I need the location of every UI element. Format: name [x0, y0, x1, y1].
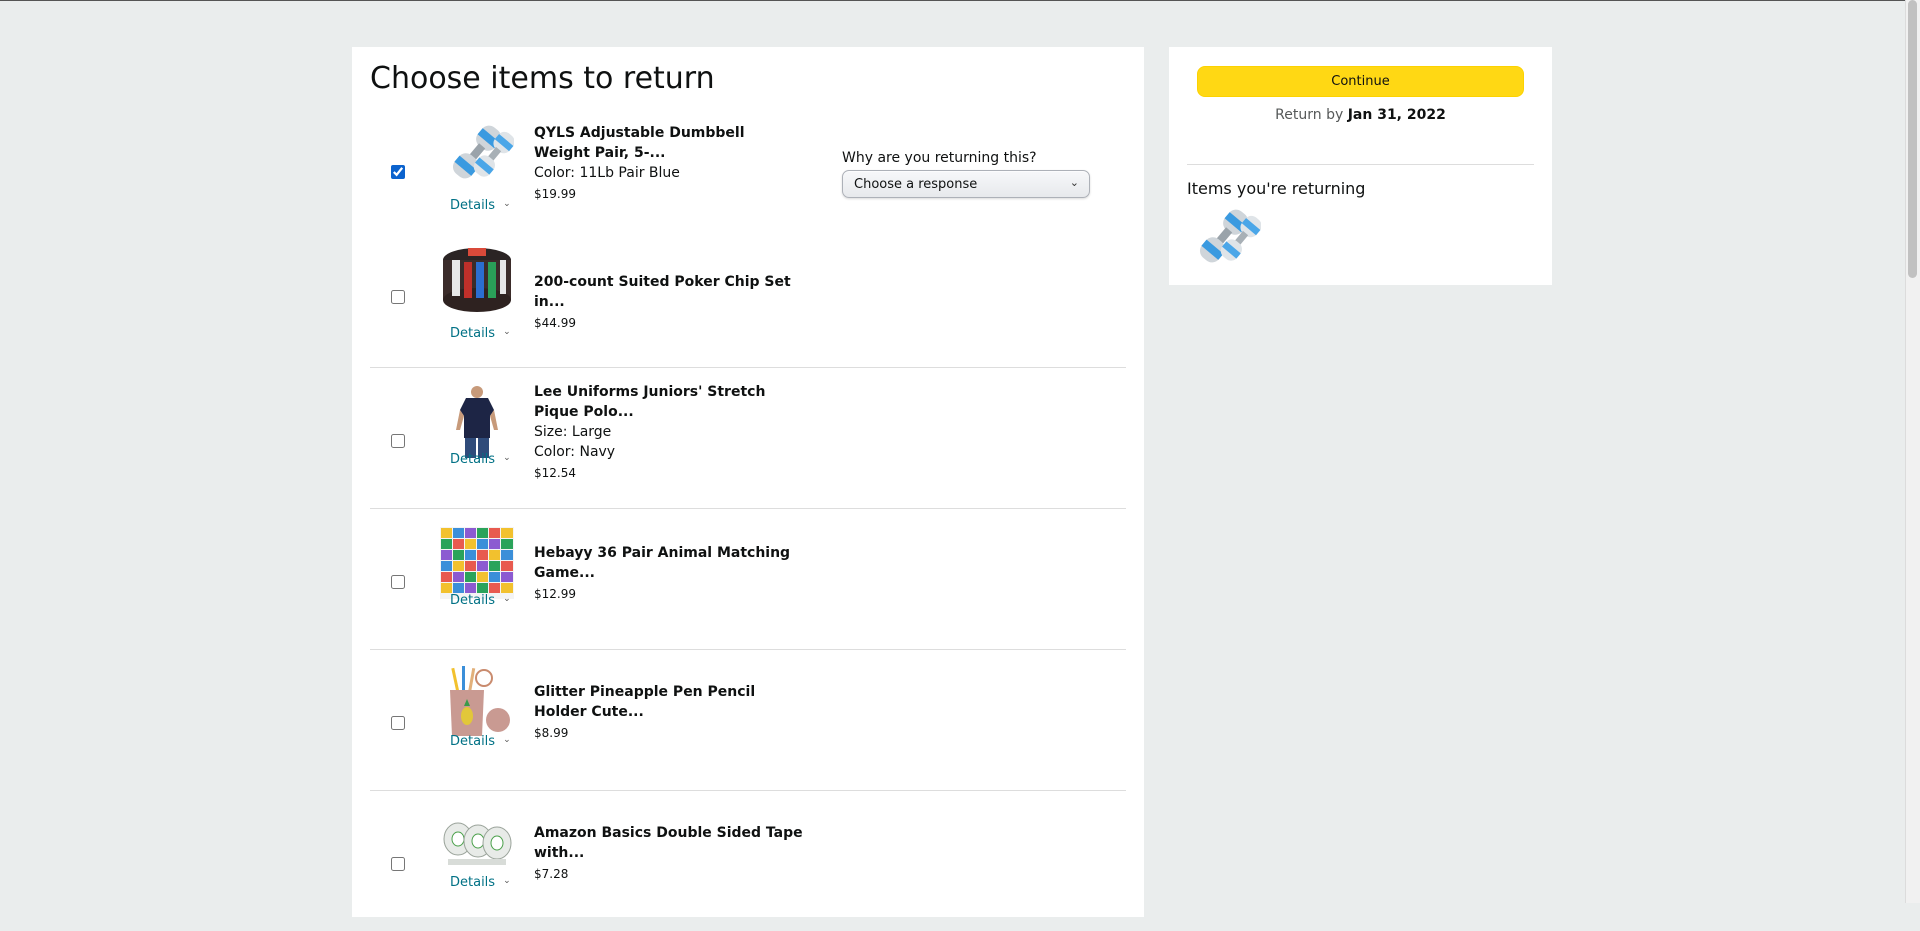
list-item: Details ⌄ QYLS Adjustable Dumbbell Weight…: [370, 116, 1126, 215]
chevron-down-icon: ⌄: [503, 327, 511, 337]
return-summary-panel: Continue Return by Jan 31, 2022 Items yo…: [1169, 47, 1552, 285]
list-item: Details ⌄ Amazon Basics Double Sided Tape…: [370, 790, 1126, 931]
item-attribute: Color: Navy: [534, 444, 616, 460]
scrollbar-thumb[interactable]: [1908, 0, 1917, 278]
matching-game-image: [440, 527, 514, 599]
item-checkbox[interactable]: [391, 165, 405, 179]
item-title[interactable]: Lee Uniforms Juniors' Stretch Pique Polo…: [534, 382, 804, 422]
details-label: Details: [450, 875, 496, 890]
chevron-down-icon: ⌄: [503, 735, 511, 745]
top-border: [0, 0, 1920, 1]
tape-image: [443, 822, 512, 865]
details-label: Details: [450, 734, 496, 749]
return-reason: Why are you returning this? Choose a res…: [842, 150, 1092, 198]
item-checkbox[interactable]: [391, 716, 405, 730]
page-title: Choose items to return: [370, 61, 715, 96]
chevron-down-icon: ⌄: [503, 453, 511, 463]
continue-button[interactable]: Continue: [1197, 66, 1524, 97]
item-info: Amazon Basics Double Sided Tape with... …: [534, 823, 804, 884]
chevron-down-icon: ⌄: [503, 199, 511, 209]
item-title[interactable]: Hebayy 36 Pair Animal Matching Game...: [534, 543, 804, 583]
reason-select[interactable]: Choose a response ⌄: [842, 170, 1090, 198]
item-price: $7.28: [534, 867, 569, 881]
list-item: Details ⌄ Glitter Pineapple Pen Pencil Ho…: [370, 649, 1126, 790]
reason-label: Why are you returning this?: [842, 150, 1037, 166]
chevron-down-icon: ⌄: [1069, 176, 1079, 189]
item-checkbox[interactable]: [391, 575, 405, 589]
item-price: $19.99: [534, 187, 576, 201]
list-item: Details ⌄ 200-count Suited Poker Chip Set…: [370, 244, 1126, 363]
poker-chip-image: [443, 248, 511, 312]
item-info: Lee Uniforms Juniors' Stretch Pique Polo…: [534, 382, 804, 483]
items-panel: Choose items to return Details ⌄ QYLS Ad…: [352, 47, 1144, 917]
item-attribute: Color: 11Lb Pair Blue: [534, 165, 680, 181]
item-price: $8.99: [534, 726, 569, 740]
item-attribute: Size: Large: [534, 424, 612, 440]
return-by-date: Jan 31, 2022: [1347, 107, 1446, 123]
item-title[interactable]: Glitter Pineapple Pen Pencil Holder Cute…: [534, 682, 804, 722]
dumbbell-image: [452, 125, 514, 179]
details-toggle[interactable]: Details ⌄: [450, 452, 511, 467]
return-by-text: Return by Jan 31, 2022: [1169, 107, 1552, 123]
item-title[interactable]: QYLS Adjustable Dumbbell Weight Pair, 5-…: [534, 123, 804, 163]
details-toggle[interactable]: Details ⌄: [450, 326, 511, 341]
chevron-down-icon: ⌄: [503, 876, 511, 886]
polo-shirt-image: [456, 386, 498, 458]
returning-item-thumbnail: [1199, 209, 1261, 263]
item-info: QYLS Adjustable Dumbbell Weight Pair, 5-…: [534, 123, 804, 204]
divider: [1187, 164, 1534, 165]
item-info: Glitter Pineapple Pen Pencil Holder Cute…: [534, 682, 804, 743]
item-price: $12.54: [534, 466, 576, 480]
details-toggle[interactable]: Details ⌄: [450, 875, 511, 890]
item-checkbox[interactable]: [391, 857, 405, 871]
pencil-holder-image: [450, 666, 510, 736]
details-label: Details: [450, 326, 496, 341]
item-title[interactable]: Amazon Basics Double Sided Tape with...: [534, 823, 804, 863]
details-label: Details: [450, 198, 496, 213]
item-price: $12.99: [534, 587, 576, 601]
return-by-prefix: Return by: [1275, 107, 1344, 123]
chevron-down-icon: ⌄: [503, 594, 511, 604]
details-toggle[interactable]: Details ⌄: [450, 593, 511, 608]
list-item: Details ⌄ Lee Uniforms Juniors' Stretch P…: [370, 367, 1126, 508]
details-label: Details: [450, 452, 496, 467]
details-toggle[interactable]: Details ⌄: [450, 734, 511, 749]
item-price: $44.99: [534, 316, 576, 330]
reason-select-value: Choose a response: [854, 177, 978, 192]
item-title[interactable]: 200-count Suited Poker Chip Set in...: [534, 272, 804, 312]
item-checkbox[interactable]: [391, 290, 405, 304]
item-info: 200-count Suited Poker Chip Set in... $4…: [534, 272, 804, 333]
details-label: Details: [450, 593, 496, 608]
item-checkbox[interactable]: [391, 434, 405, 448]
list-item: Details ⌄ Hebayy 36 Pair Animal Matching …: [370, 508, 1126, 649]
item-info: Hebayy 36 Pair Animal Matching Game... $…: [534, 543, 804, 604]
items-returning-title: Items you're returning: [1187, 179, 1366, 198]
details-toggle[interactable]: Details ⌄: [450, 198, 511, 213]
